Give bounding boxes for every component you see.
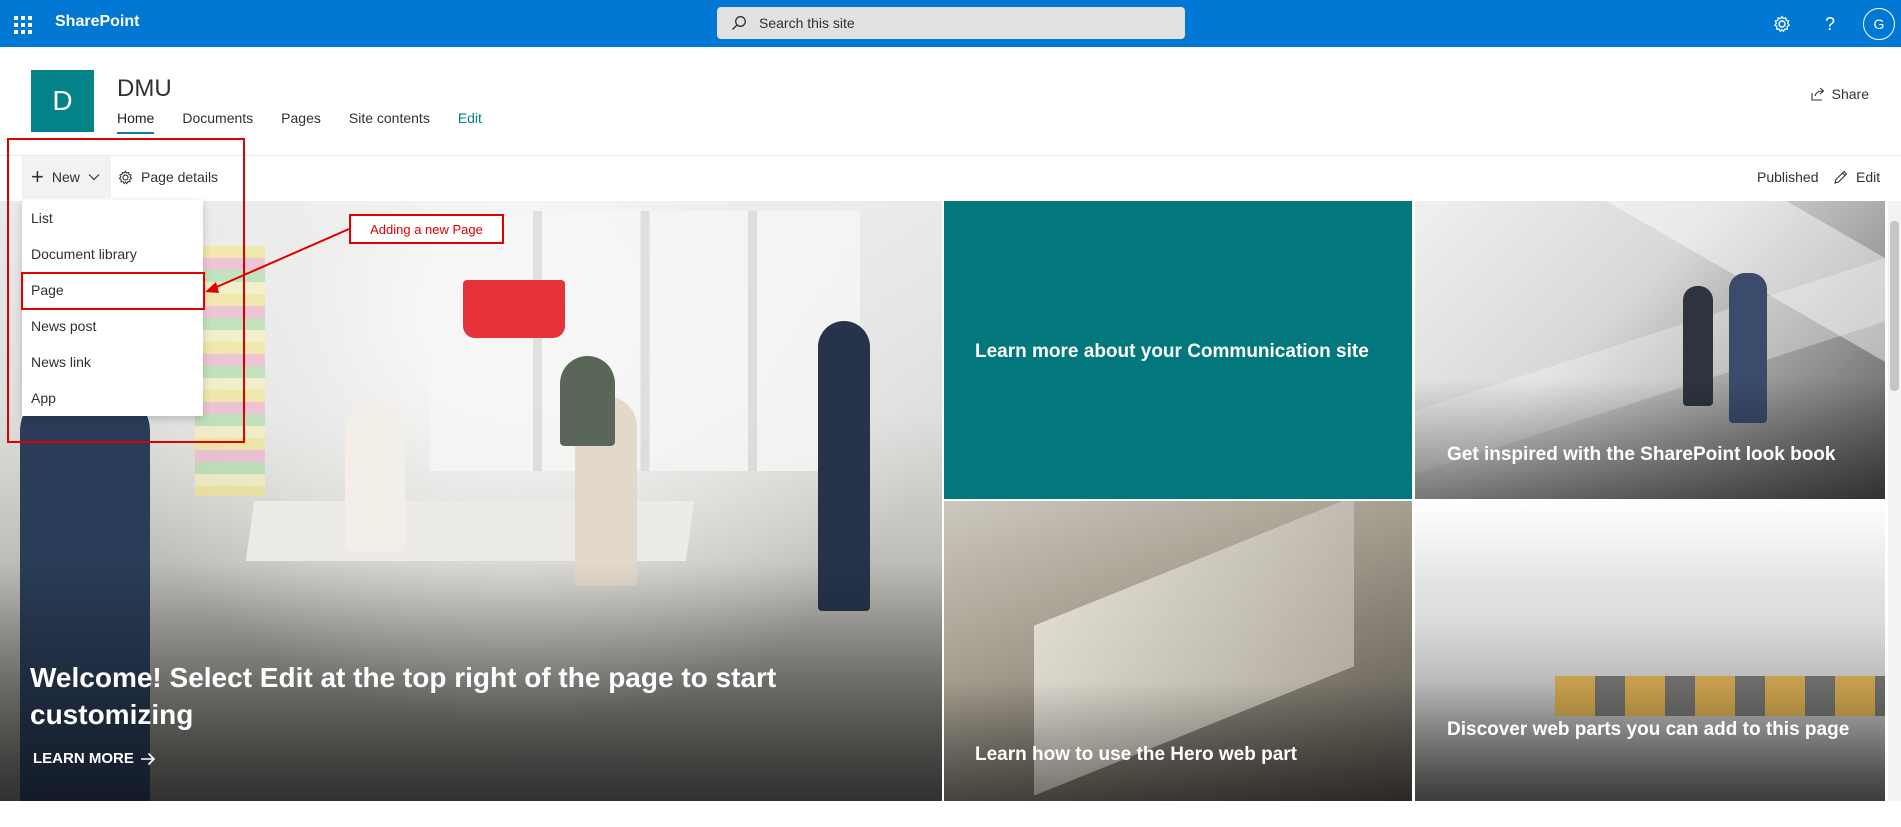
user-avatar[interactable]: G — [1863, 8, 1895, 40]
hero-tile-title: Get inspired with the SharePoint look bo… — [1447, 444, 1836, 465]
learn-more-label: LEARN MORE — [33, 750, 134, 767]
site-title[interactable]: DMU — [117, 75, 172, 103]
share-icon — [1811, 87, 1824, 101]
command-bar: + New Page details Published Edit — [0, 156, 1901, 200]
person-image — [560, 356, 615, 446]
nav-site-contents[interactable]: Site contents — [349, 110, 430, 134]
hero-tile-hero-web-part[interactable]: Learn how to use the Hero web part — [944, 501, 1412, 801]
learn-more-link[interactable]: LEARN MORE — [33, 750, 156, 767]
settings-gear-icon[interactable] — [1768, 10, 1796, 38]
lobby-ceiling-image — [1415, 501, 1885, 581]
brand-label[interactable]: SharePoint — [55, 13, 139, 31]
hero-tile-title: Learn how to use the Hero web part — [975, 744, 1297, 765]
search-placeholder: Search this site — [759, 15, 855, 31]
share-label: Share — [1831, 86, 1869, 102]
publish-status: Published — [1757, 169, 1819, 185]
tile-shade — [944, 681, 1412, 801]
nav-edit-link[interactable]: Edit — [458, 110, 482, 134]
hero-tile-title: Discover web parts you can add to this p… — [1447, 719, 1850, 740]
arrow-right-icon — [140, 752, 155, 765]
hero-tile-title: Learn more about your Communication site — [975, 341, 1369, 362]
nav-home[interactable]: Home — [117, 110, 155, 134]
annotation-box-page-item — [21, 272, 205, 310]
help-icon[interactable]: ? — [1816, 10, 1844, 38]
nav-documents[interactable]: Documents — [182, 110, 253, 134]
pencil-icon — [1834, 170, 1848, 184]
edit-page-button[interactable]: Edit — [1833, 169, 1880, 185]
app-launcher-icon[interactable] — [10, 12, 34, 36]
hero-tile-look-book[interactable]: Get inspired with the SharePoint look bo… — [1415, 201, 1885, 499]
page-scrollbar[interactable] — [1888, 201, 1901, 801]
edit-label: Edit — [1856, 169, 1881, 185]
site-logo[interactable]: D — [31, 70, 94, 132]
annotation-label: Adding a new Page — [349, 214, 504, 244]
site-navigation: Home Documents Pages Site contents Edit — [117, 110, 510, 134]
person-image — [345, 401, 405, 551]
tile-shade — [1415, 379, 1885, 499]
hero-main-title: Welcome! Select Edit at the top right of… — [30, 662, 777, 730]
hero-tile-web-parts[interactable]: Discover web parts you can add to this p… — [1415, 501, 1885, 801]
hero-tile-communication-site[interactable]: Learn more about your Communication site — [944, 201, 1412, 499]
scrollbar-thumb[interactable] — [1890, 221, 1899, 391]
nav-pages[interactable]: Pages — [281, 110, 321, 134]
search-input[interactable]: Search this site — [717, 7, 1185, 39]
search-icon — [732, 16, 746, 30]
hero-web-part: Welcome! Select Edit at the top right of… — [0, 201, 1885, 801]
suite-bar: SharePoint Search this site ? G — [0, 0, 1901, 47]
office-window-image — [430, 211, 860, 471]
share-button[interactable]: Share — [1811, 86, 1869, 102]
red-lamp-image — [463, 280, 565, 338]
